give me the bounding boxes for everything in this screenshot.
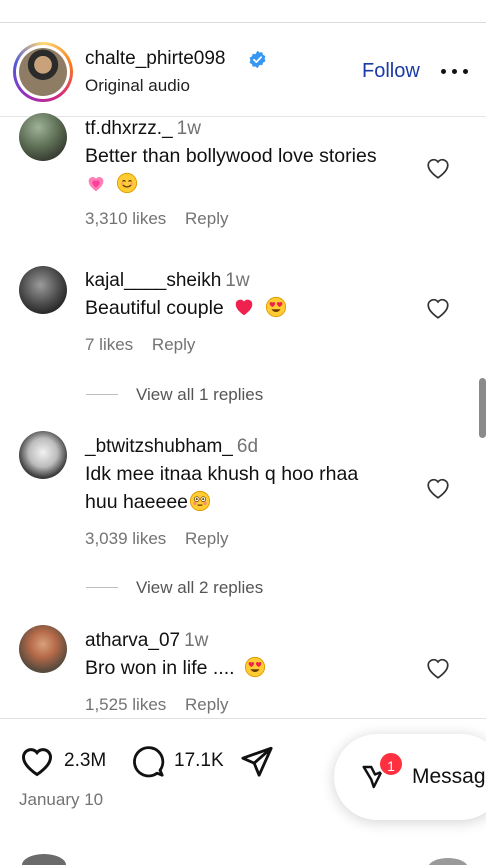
avatar bbox=[22, 854, 66, 865]
comment-text: Idk mee itnaa khush q hoo rhaa huu haeee… bbox=[85, 463, 359, 513]
actions-divider bbox=[0, 718, 486, 719]
like-heart-icon[interactable] bbox=[425, 156, 451, 180]
view-replies-button[interactable]: View all 1 replies bbox=[86, 385, 263, 405]
more-options-icon[interactable] bbox=[441, 56, 469, 84]
comment-meta: 3,039 likes Reply bbox=[85, 529, 228, 549]
avatar bbox=[19, 48, 67, 96]
comment-meta: 1,525 likes Reply bbox=[85, 695, 228, 715]
audio-subtitle[interactable]: Original audio bbox=[85, 76, 190, 96]
like-heart-icon[interactable] bbox=[425, 296, 451, 320]
post-date: January 10 bbox=[19, 790, 104, 809]
avatar[interactable] bbox=[19, 625, 67, 673]
flushed-face-emoji-icon bbox=[189, 490, 211, 512]
likes-count[interactable]: 3,039 likes bbox=[85, 529, 166, 548]
likes-count[interactable]: 1,525 likes bbox=[85, 695, 166, 714]
like-heart-icon[interactable] bbox=[425, 656, 451, 680]
post-header: chalte_phirte098 Original audio Follow bbox=[0, 36, 486, 108]
avatar bbox=[428, 858, 468, 865]
reply-button[interactable]: Reply bbox=[185, 695, 228, 714]
verified-badge-icon bbox=[249, 50, 266, 69]
reply-button[interactable]: Reply bbox=[185, 529, 228, 548]
header-divider bbox=[0, 116, 486, 117]
like-action[interactable]: 2.3M bbox=[19, 744, 114, 780]
reply-button[interactable]: Reply bbox=[185, 209, 228, 228]
red-heart-emoji-icon bbox=[235, 299, 253, 316]
comment-text: Better than bollywood love stories bbox=[85, 142, 415, 198]
avatar[interactable] bbox=[19, 113, 67, 161]
profile-avatar[interactable] bbox=[13, 42, 73, 102]
like-heart-icon[interactable] bbox=[425, 476, 451, 500]
comment-username[interactable]: atharva_07 1w bbox=[85, 630, 208, 652]
comment-meta: 3,310 likes Reply bbox=[85, 209, 228, 229]
heart-eyes-emoji-icon bbox=[265, 296, 286, 318]
comment-username[interactable]: tf.dhxrzz._ 1w bbox=[85, 118, 201, 140]
follow-button[interactable]: Follow bbox=[362, 60, 420, 83]
comments-scrollbar[interactable] bbox=[479, 378, 486, 438]
smiling-face-emoji-icon bbox=[117, 172, 138, 194]
comment-text: Beautiful couple bbox=[85, 294, 415, 322]
heart-eyes-emoji-icon bbox=[244, 656, 266, 678]
like-heart-icon[interactable] bbox=[19, 744, 55, 778]
avatar[interactable] bbox=[19, 266, 67, 314]
comment-action[interactable]: 17.1K bbox=[131, 744, 231, 780]
unread-badge: 1 bbox=[378, 751, 404, 777]
likes-count[interactable]: 7 likes bbox=[85, 335, 133, 354]
post-username[interactable]: chalte_phirte098 bbox=[85, 48, 226, 70]
likes-count[interactable]: 3,310 likes bbox=[85, 209, 166, 228]
reply-button[interactable]: Reply bbox=[152, 335, 195, 354]
post-likes-count[interactable]: 2.3M bbox=[64, 750, 106, 772]
comment-bubble-icon[interactable] bbox=[131, 744, 165, 778]
messages-label: Messag bbox=[412, 765, 486, 788]
pink-heart-emoji-icon bbox=[88, 177, 104, 192]
comment-username[interactable]: _btwitzshubham_ 6d bbox=[85, 436, 258, 458]
view-replies-button[interactable]: View all 2 replies bbox=[86, 578, 263, 598]
share-action[interactable] bbox=[240, 744, 276, 780]
comment-text: Bro won in life .... bbox=[85, 654, 415, 682]
share-paper-plane-icon[interactable] bbox=[240, 744, 274, 778]
comment-username[interactable]: kajal____sheikh 1w bbox=[85, 270, 250, 292]
post-comments-count[interactable]: 17.1K bbox=[174, 750, 224, 772]
comment-meta: 7 likes Reply bbox=[85, 335, 195, 355]
avatar[interactable] bbox=[19, 431, 67, 479]
messages-button[interactable]: 1 Messag bbox=[334, 734, 486, 820]
top-divider bbox=[0, 22, 486, 23]
